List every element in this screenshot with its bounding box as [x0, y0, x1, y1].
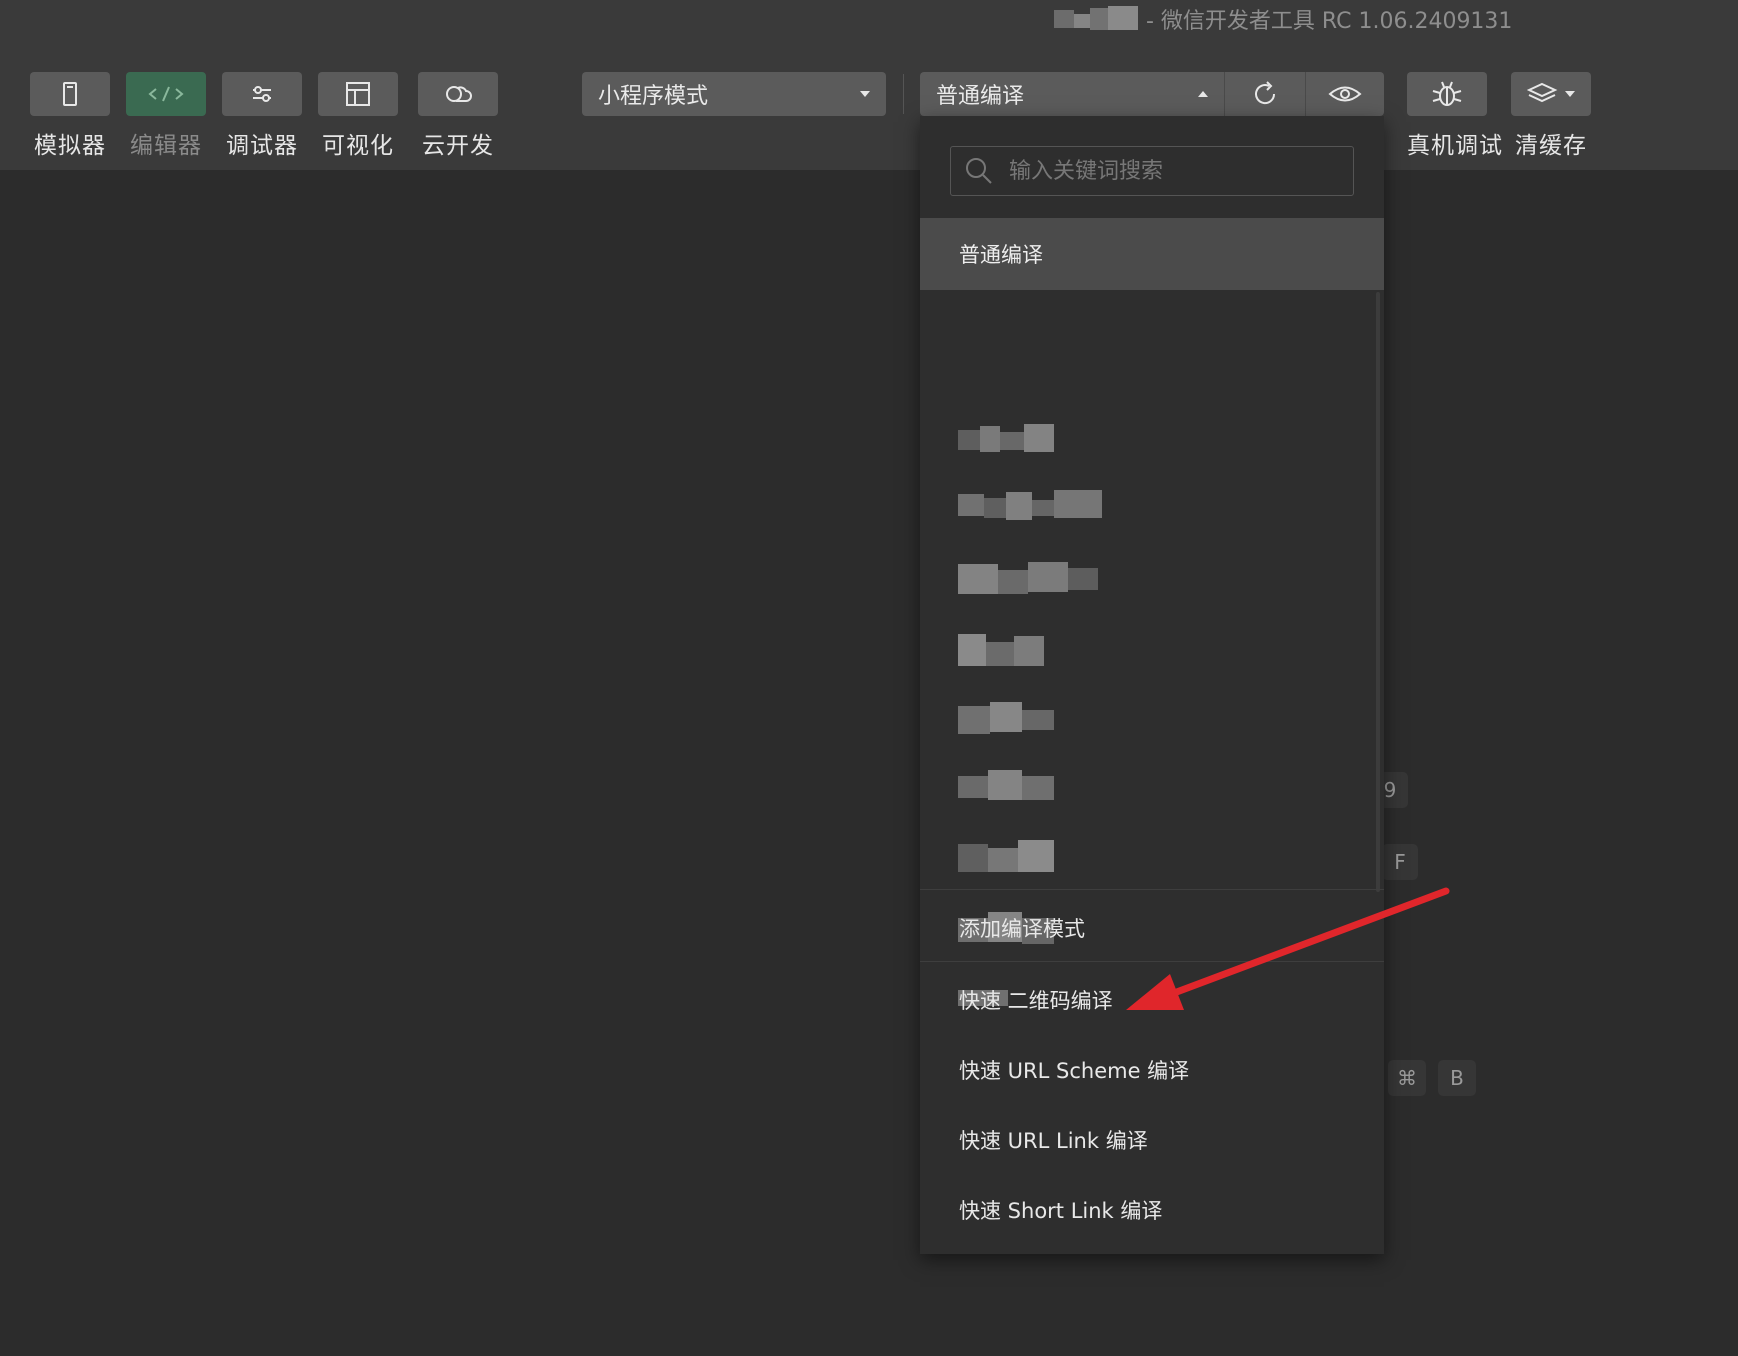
code-icon [148, 86, 184, 102]
refresh-icon [1255, 81, 1276, 105]
tool-remote-debug: 真机调试 [1407, 72, 1503, 160]
preview-button[interactable] [1306, 72, 1384, 116]
simulator-button[interactable] [30, 72, 110, 116]
toolbar-divider [903, 74, 904, 114]
compile-option-label: 普通编译 [959, 243, 1043, 267]
shortcut-key: B [1438, 1060, 1476, 1096]
tool-editor: 编辑器 [126, 72, 206, 160]
redacted-compile-item[interactable] [958, 702, 1054, 736]
tool-simulator: 模拟器 [30, 72, 110, 160]
redacted-compile-item[interactable] [958, 490, 1102, 524]
shortcut-key-command: ⌘ [1388, 1060, 1426, 1096]
chevron-up-icon [1198, 91, 1208, 97]
title-bar: - 微信开发者工具 RC 1.06.2409131 [0, 0, 1738, 62]
tool-clear-cache: 清缓存 [1511, 72, 1591, 160]
debug-sliders-icon [253, 86, 271, 102]
mode-select-value: 小程序模式 [598, 84, 709, 109]
chevron-down-icon [860, 91, 870, 97]
quick-qrcode-compile-item[interactable]: 快速 二维码编译 [959, 980, 1113, 1020]
refresh-button[interactable] [1225, 72, 1306, 116]
shortcut-key: F [1382, 844, 1418, 880]
menu-divider [920, 961, 1384, 962]
scrollbar[interactable] [1376, 292, 1380, 892]
cloud-icon [446, 86, 472, 102]
editor-button[interactable] [126, 72, 206, 116]
layers-icon [1527, 82, 1558, 103]
cloud-label: 云开发 [422, 133, 494, 159]
remote-debug-label: 真机调试 [1407, 133, 1503, 159]
remote-debug-button[interactable] [1407, 72, 1487, 116]
redacted-compile-item[interactable] [958, 634, 1044, 668]
redacted-compile-item[interactable] [958, 770, 1054, 804]
visual-button[interactable] [318, 72, 398, 116]
compile-option-selected[interactable]: 普通编译 [920, 218, 1384, 290]
compile-select[interactable]: 普通编译 [920, 72, 1225, 116]
redacted-compile-item[interactable] [958, 840, 1054, 874]
compile-group: 普通编译 [920, 72, 1384, 116]
visual-label: 可视化 [322, 133, 394, 159]
tool-cloud: 云开发 [418, 72, 498, 160]
layout-icon [346, 82, 370, 106]
phone-icon [63, 82, 77, 106]
window-title: - 微信开发者工具 RC 1.06.2409131 [1054, 4, 1512, 34]
clear-cache-label: 清缓存 [1515, 133, 1587, 159]
quick-short-link-compile-item[interactable]: 快速 Short Link 编译 [959, 1190, 1162, 1230]
search-icon [966, 158, 992, 184]
search-field[interactable] [950, 146, 1354, 196]
editor-label: 编辑器 [130, 133, 202, 159]
add-compile-mode-item[interactable]: 添加编译模式 [959, 908, 1085, 948]
compile-dropdown: 普通编译 [920, 116, 1384, 1254]
quick-url-scheme-compile-item[interactable]: 快速 URL Scheme 编译 [959, 1050, 1189, 1090]
redacted-compile-list [958, 296, 1338, 1006]
annotation-arrow [1126, 887, 1450, 1010]
quick-url-link-compile-item[interactable]: 快速 URL Link 编译 [959, 1120, 1148, 1160]
redacted-project-name [1054, 6, 1138, 32]
search-input[interactable] [1007, 157, 1341, 185]
eye-icon [1328, 86, 1362, 102]
debugger-button[interactable] [222, 72, 302, 116]
redacted-compile-item[interactable] [958, 562, 1098, 596]
mode-select[interactable]: 小程序模式 [582, 72, 886, 116]
cloud-button[interactable] [418, 72, 498, 116]
debugger-label: 调试器 [226, 133, 298, 159]
compile-select-value: 普通编译 [936, 84, 1025, 109]
chevron-down-icon [1565, 91, 1575, 97]
main-toolbar: 模拟器 编辑器 调试器 可视化 云开发 小程序模式 普通编译 真机调试 清缓存 [0, 62, 1738, 170]
tool-debugger: 调试器 [222, 72, 302, 160]
simulator-label: 模拟器 [34, 133, 106, 159]
redacted-compile-item[interactable] [958, 424, 1054, 458]
menu-divider [920, 889, 1384, 890]
tool-visual: 可视化 [318, 72, 398, 160]
clear-cache-button[interactable] [1511, 72, 1591, 116]
window-title-text: - 微信开发者工具 RC 1.06.2409131 [1146, 9, 1513, 34]
bug-icon [1432, 81, 1462, 106]
